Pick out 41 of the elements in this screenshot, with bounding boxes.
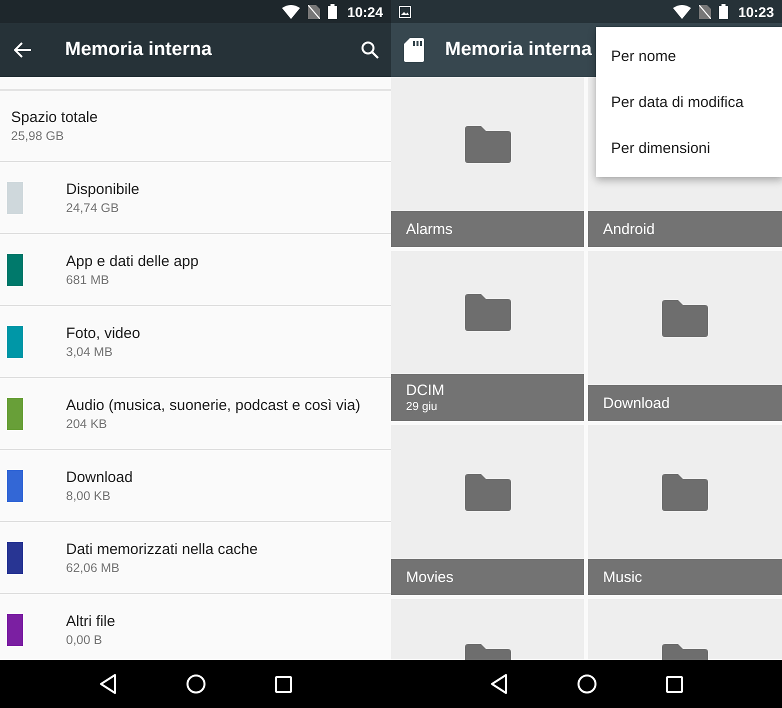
folder-name: Music xyxy=(603,568,644,586)
storage-category-item[interactable]: Audio (musica, suonerie, podcast e così via) 204 KB xyxy=(0,378,391,450)
category-label: Dati memorizzati nella cache xyxy=(66,540,258,558)
storage-label: Spazio totale xyxy=(11,109,98,126)
category-label: Altri file xyxy=(66,612,116,630)
folder-tile[interactable]: Movies xyxy=(391,425,584,595)
storage-category-item[interactable]: Dati memorizzati nella cache 62,06 MB xyxy=(0,522,391,594)
category-size: 681 MB xyxy=(66,272,110,286)
category-size: 0,00 B xyxy=(66,632,104,646)
storage-category-item[interactable]: Download 8,00 KB xyxy=(0,450,391,522)
category-size: 62,06 MB xyxy=(66,560,121,574)
storage-category-item[interactable]: App e dati delle app 681 MB xyxy=(0,234,391,306)
category-size: 3,04 MB xyxy=(66,344,114,358)
folder-name: Download xyxy=(603,394,671,412)
category-label: Audio (musica, suonerie, podcast e così via) xyxy=(66,396,360,414)
screen-title: Memoria interna xyxy=(65,39,212,61)
screen-title: Memoria interna xyxy=(445,39,592,61)
category-label: App e dati delle app xyxy=(66,252,199,270)
folder-tile[interactable]: Music xyxy=(588,425,782,595)
clock-time: 10:24 xyxy=(347,4,383,20)
storage-category-item[interactable]: Foto, video 3,04 MB xyxy=(0,306,391,378)
folder-name: Movies xyxy=(406,568,455,586)
clock-time: 10:23 xyxy=(738,4,774,20)
category-label: Disponibile xyxy=(66,180,140,198)
folder-tile[interactable]: Alarms xyxy=(391,77,584,247)
category-label: Foto, video xyxy=(66,324,140,342)
category-label: Download xyxy=(66,468,133,486)
folder-tile[interactable]: DCIM 29 giu xyxy=(391,251,584,421)
storage-category-item[interactable]: Disponibile 24,74 GB xyxy=(0,162,391,234)
folder-date: 29 giu xyxy=(406,401,438,413)
storage-value: 25,98 GB xyxy=(11,129,65,143)
category-size: 204 KB xyxy=(66,416,108,430)
menu-item[interactable]: Per dimensioni xyxy=(596,125,782,171)
folder-tile[interactable]: Download xyxy=(588,251,782,421)
category-size: 8,00 KB xyxy=(66,488,112,502)
folder-name: Android xyxy=(603,220,656,238)
folder-name: Alarms xyxy=(406,220,454,238)
menu-item[interactable]: Per data di modifica xyxy=(596,79,782,125)
folder-name: DCIM xyxy=(406,382,446,399)
category-size: 24,74 GB xyxy=(66,200,120,214)
menu-item[interactable]: Per nome xyxy=(596,33,782,79)
